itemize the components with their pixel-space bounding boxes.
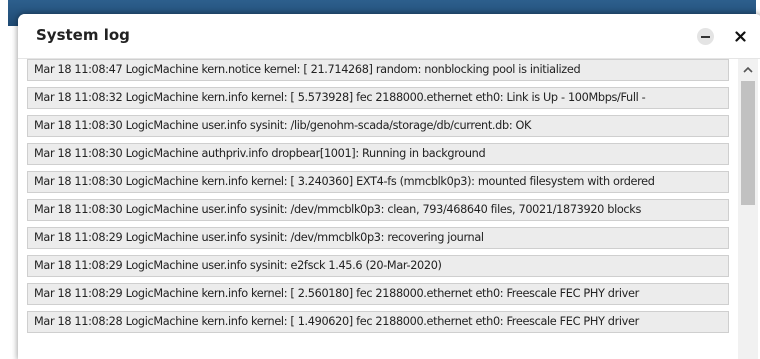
log-entry: Mar 18 11:08:47 LogicMachine kern.notice… [27,59,729,81]
chevron-up-icon [743,66,753,73]
scrollbar-thumb[interactable] [741,81,755,205]
log-list: Mar 18 11:08:47 LogicMachine kern.notice… [27,59,729,339]
log-entry: Mar 18 11:08:30 LogicMachine authpriv.in… [27,143,729,165]
minimize-button[interactable] [697,28,714,45]
system-log-window: System log Mar 18 11:08:47 LogicMachine … [18,14,760,359]
window-title: System log [36,26,130,44]
vertical-scrollbar[interactable] [738,59,758,359]
log-entry: Mar 18 11:08:30 LogicMachine user.info s… [27,115,729,137]
log-entry: Mar 18 11:08:32 LogicMachine kern.info k… [27,87,729,109]
scroll-up-button[interactable] [738,59,758,79]
log-entry: Mar 18 11:08:29 LogicMachine user.info s… [27,255,729,277]
close-icon [735,31,746,42]
window-titlebar[interactable]: System log [18,14,760,59]
log-entry: Mar 18 11:08:29 LogicMachine kern.info k… [27,283,729,305]
minus-icon [701,35,710,38]
log-entry: Mar 18 11:08:30 LogicMachine kern.info k… [27,171,729,193]
log-panel: Mar 18 11:08:47 LogicMachine kern.notice… [18,59,760,359]
close-button[interactable] [732,28,749,45]
log-entry: Mar 18 11:08:30 LogicMachine user.info s… [27,199,729,221]
log-entry: Mar 18 11:08:29 LogicMachine user.info s… [27,227,729,249]
log-entry: Mar 18 11:08:28 LogicMachine kern.info k… [27,311,729,333]
